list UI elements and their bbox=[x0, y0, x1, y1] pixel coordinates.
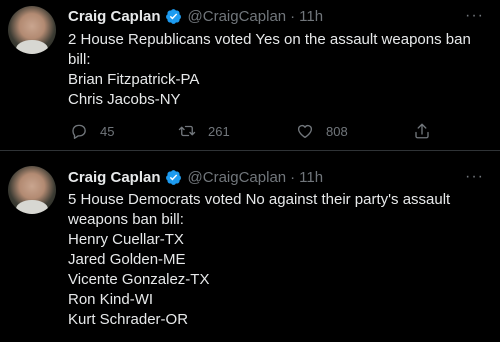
verified-badge-icon bbox=[165, 8, 181, 24]
author-handle[interactable]: @CraigCaplan bbox=[188, 169, 287, 186]
tweet-line: Vicente Gonzalez-TX bbox=[68, 271, 210, 288]
tweet-line: Ron Kind-WI bbox=[68, 291, 154, 308]
reply-button[interactable]: 45 bbox=[70, 122, 114, 140]
verified-badge-icon bbox=[165, 169, 181, 185]
tweet[interactable]: Craig Caplan @CraigCaplan · 11h ··· 2 Ho… bbox=[0, 0, 500, 150]
tweet-line: 2 House Republicans voted Yes on the ass… bbox=[68, 31, 471, 48]
author-name[interactable]: Craig Caplan bbox=[68, 8, 161, 25]
like-count: 808 bbox=[326, 123, 348, 139]
tweet-header: Craig Caplan @CraigCaplan · 11h bbox=[68, 167, 323, 187]
separator-dot: · bbox=[290, 7, 296, 25]
tweet-line: Chris Jacobs-NY bbox=[68, 91, 181, 108]
retweet-button[interactable]: 261 bbox=[178, 122, 230, 140]
tweet-timestamp[interactable]: 11h bbox=[299, 169, 323, 186]
reply-icon bbox=[72, 124, 86, 139]
retweet-icon bbox=[178, 125, 196, 137]
tweet-line: Jared Golden-ME bbox=[68, 251, 186, 268]
heart-icon bbox=[297, 124, 313, 139]
tweet[interactable]: Craig Caplan @CraigCaplan · 11h ··· 5 Ho… bbox=[0, 158, 500, 342]
tweet-line: weapons ban bill: bbox=[68, 211, 184, 228]
tweet-actions: 45 261 808 bbox=[68, 122, 488, 142]
more-options-icon[interactable]: ··· bbox=[465, 169, 484, 185]
tweet-divider bbox=[0, 150, 500, 151]
author-avatar[interactable] bbox=[8, 6, 56, 54]
tweet-line: 5 House Democrats voted No against their… bbox=[68, 191, 451, 208]
author-avatar[interactable] bbox=[8, 166, 56, 214]
tweet-header: Craig Caplan @CraigCaplan · 11h bbox=[68, 6, 323, 26]
more-options-icon[interactable]: ··· bbox=[465, 8, 484, 24]
share-icon bbox=[415, 123, 429, 139]
author-handle[interactable]: @CraigCaplan bbox=[188, 8, 287, 25]
tweet-text: 5 House Democrats voted No against their… bbox=[68, 190, 483, 330]
tweet-line: bill: bbox=[68, 51, 91, 68]
separator-dot: · bbox=[290, 168, 296, 186]
retweet-count: 261 bbox=[208, 123, 230, 139]
tweet-text: 2 House Republicans voted Yes on the ass… bbox=[68, 30, 483, 110]
share-button[interactable] bbox=[413, 122, 443, 140]
tweet-line: Kurt Schrader-OR bbox=[68, 311, 189, 328]
like-button[interactable]: 808 bbox=[296, 122, 348, 140]
tweet-line: Brian Fitzpatrick-PA bbox=[68, 71, 200, 88]
tweet-line: Henry Cuellar-TX bbox=[68, 231, 184, 248]
tweet-timestamp[interactable]: 11h bbox=[299, 8, 323, 25]
author-name[interactable]: Craig Caplan bbox=[68, 169, 161, 186]
reply-count: 45 bbox=[100, 123, 115, 139]
